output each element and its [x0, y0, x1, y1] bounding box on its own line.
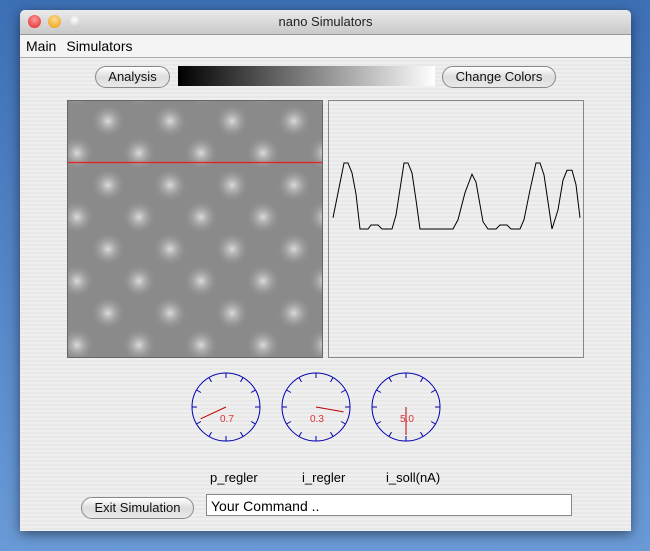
menu-bar: Main Simulators — [20, 35, 631, 58]
zoom-button[interactable] — [68, 15, 81, 28]
title-bar: nano Simulators — [20, 10, 631, 35]
colormap-gradient — [178, 66, 435, 86]
app-window: nano Simulators Main Simulators Analysis … — [20, 10, 631, 531]
gauge-label-p-regler: p_regler — [210, 470, 258, 485]
gauge-value: 5.0 — [400, 414, 414, 425]
minimize-button[interactable] — [48, 15, 61, 28]
line-profile-plot — [328, 100, 584, 358]
exit-simulation-button[interactable]: Exit Simulation — [81, 497, 194, 519]
menu-simulators[interactable]: Simulators — [66, 38, 132, 54]
gauge-needle — [315, 406, 344, 413]
profile-line — [332, 162, 581, 230]
gauge-1: 0.3 — [281, 372, 351, 442]
gauges: 0.7 0.3 5.0 — [191, 372, 441, 442]
change-colors-button[interactable]: Change Colors — [442, 66, 556, 88]
analysis-button[interactable]: Analysis — [95, 66, 170, 88]
menu-main[interactable]: Main — [26, 38, 56, 54]
close-button[interactable] — [28, 15, 41, 28]
command-input[interactable]: Your Command .. — [206, 494, 572, 516]
gauge-label-i-regler: i_regler — [302, 470, 346, 485]
window-title: nano Simulators — [278, 14, 373, 29]
gauge-label-i-soll: i_soll(nA) — [386, 470, 441, 485]
gauge-0: 0.7 — [191, 372, 261, 442]
gauge-2: 5.0 — [371, 372, 441, 442]
scan-image[interactable] — [67, 100, 323, 358]
gauge-value: 0.7 — [220, 414, 234, 425]
gauge-value: 0.3 — [310, 414, 324, 425]
